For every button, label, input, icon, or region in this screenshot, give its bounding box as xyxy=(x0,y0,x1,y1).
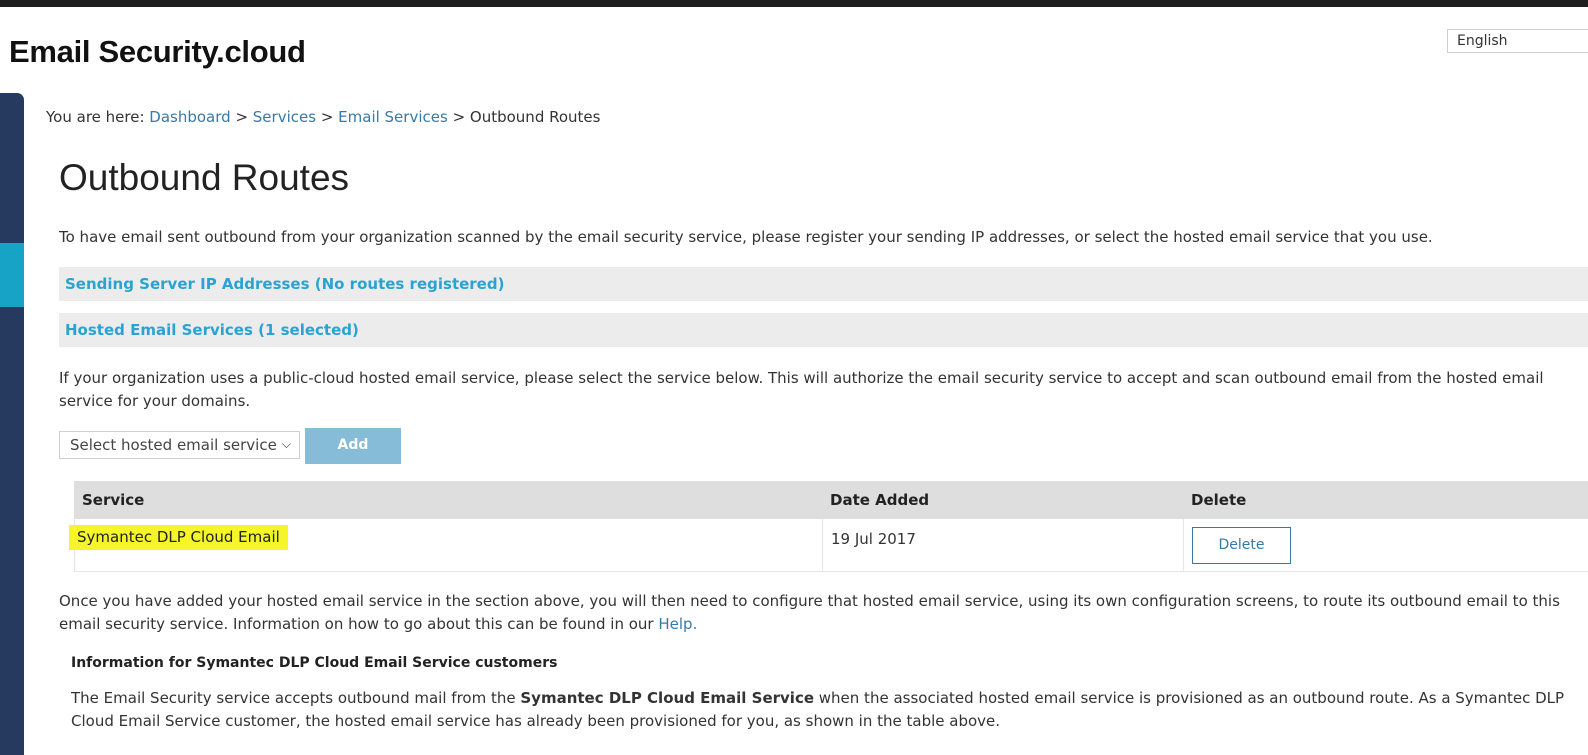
column-divider xyxy=(1183,519,1184,571)
section-sending-ip[interactable]: Sending Server IP Addresses (No routes r… xyxy=(59,267,1588,301)
col-date-added: Date Added xyxy=(830,491,930,509)
hosted-description: If your organization uses a public-cloud… xyxy=(59,369,1544,410)
column-divider xyxy=(822,519,823,571)
section-hosted-services[interactable]: Hosted Email Services (1 selected) xyxy=(59,313,1588,347)
hosted-service-select[interactable]: Select hosted email service ⌵ xyxy=(59,431,300,459)
info-description: The Email Security service accepts outbo… xyxy=(71,687,1571,733)
info-heading: Information for Symantec DLP Cloud Email… xyxy=(71,655,558,671)
intro-text: To have email sent outbound from your or… xyxy=(59,228,1433,246)
brand-title: Email Security.cloud xyxy=(9,34,306,69)
breadcrumb-sep: > xyxy=(447,108,470,126)
breadcrumb-dashboard[interactable]: Dashboard xyxy=(149,108,230,126)
breadcrumb-prefix: You are here: xyxy=(46,108,150,126)
language-select[interactable]: English xyxy=(1447,29,1588,53)
top-strip xyxy=(0,0,1588,7)
breadcrumb: You are here: Dashboard > Services > Ema… xyxy=(46,108,600,126)
help-link[interactable]: Help. xyxy=(658,615,697,633)
chevron-down-icon: ⌵ xyxy=(281,437,291,451)
section-hosted-services-title[interactable]: Hosted Email Services (1 selected) xyxy=(65,321,359,339)
table-header: Service Date Added Delete xyxy=(74,481,1588,519)
breadcrumb-email-services[interactable]: Email Services xyxy=(338,108,448,126)
cell-date-added: 19 Jul 2017 xyxy=(831,530,916,548)
section-sending-ip-title[interactable]: Sending Server IP Addresses (No routes r… xyxy=(65,275,504,293)
sidebar xyxy=(0,93,24,755)
info-bold-service: Symantec DLP Cloud Email Service xyxy=(520,689,815,707)
add-button[interactable]: Add xyxy=(305,428,401,464)
cell-service: Symantec DLP Cloud Email xyxy=(69,525,288,550)
configuration-note: Once you have added your hosted email se… xyxy=(59,590,1588,636)
info-part1: The Email Security service accepts outbo… xyxy=(71,689,521,707)
configuration-note-text: Once you have added your hosted email se… xyxy=(59,592,1560,633)
col-delete: Delete xyxy=(1191,491,1247,509)
sidebar-active-item[interactable] xyxy=(0,243,24,307)
breadcrumb-sep: > xyxy=(230,108,253,126)
page-title: Outbound Routes xyxy=(59,157,350,198)
breadcrumb-sep: > xyxy=(316,108,339,126)
hosted-service-select-value: Select hosted email service xyxy=(70,436,277,454)
delete-button[interactable]: Delete xyxy=(1192,527,1291,564)
breadcrumb-services[interactable]: Services xyxy=(253,108,316,126)
col-service: Service xyxy=(82,491,145,509)
breadcrumb-current: Outbound Routes xyxy=(469,108,601,126)
table-row: Symantec DLP Cloud Email 19 Jul 2017 Del… xyxy=(69,519,1588,572)
